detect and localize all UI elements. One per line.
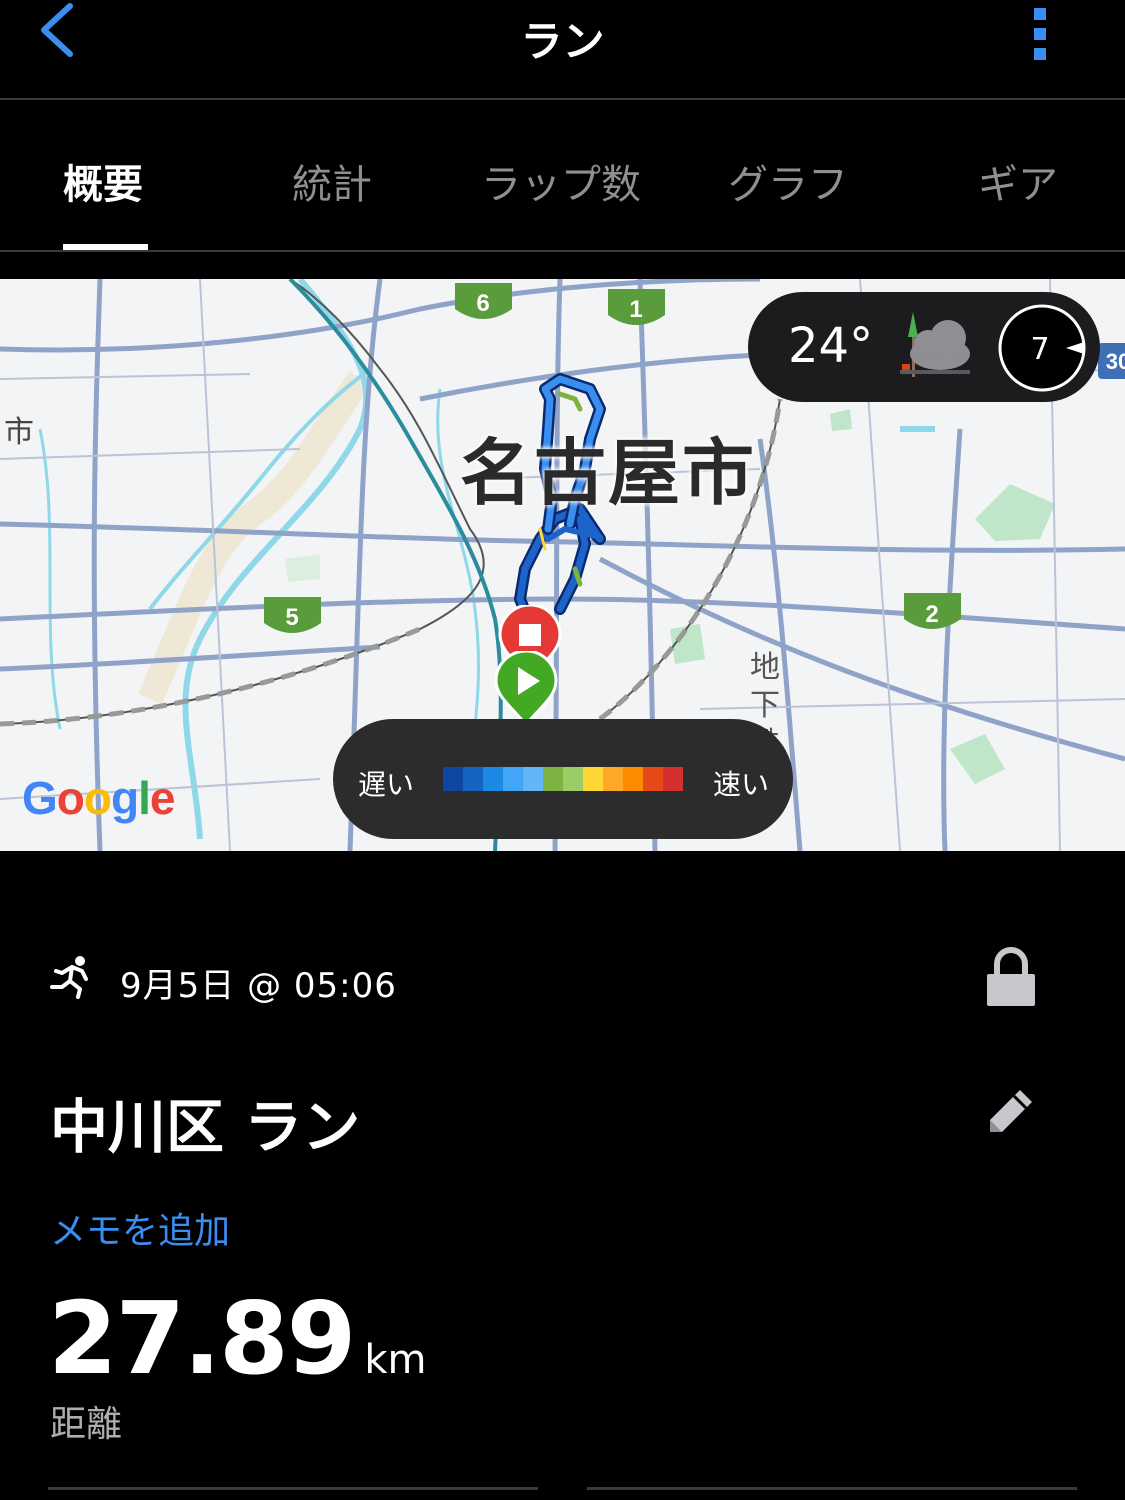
wind-speed: 7 (1030, 332, 1049, 367)
tab-graph[interactable]: グラフ (728, 152, 848, 210)
legend-fast-label: 速い (712, 768, 769, 801)
google-attribution: Google (22, 771, 175, 825)
svg-text:2: 2 (925, 601, 938, 628)
lock-icon[interactable] (985, 946, 1037, 1008)
page-title: ラン (520, 17, 605, 66)
distance-value: 27.89 (48, 1280, 356, 1397)
pace-color-swatch (583, 767, 603, 791)
pace-color-swatch (623, 767, 643, 791)
weather-overlay[interactable]: 24° 7 (748, 292, 1100, 402)
activity-name: 中川区 ラン (50, 1093, 361, 1161)
svg-text:1: 1 (629, 296, 642, 323)
svg-text:30: 30 (1106, 349, 1125, 374)
route-shield-1: 1 (608, 289, 665, 325)
route-shield-5: 5 (264, 597, 321, 633)
pace-color-swatch (503, 767, 523, 791)
ward-label: 市 (4, 415, 34, 450)
distance-unit: km (364, 1337, 427, 1383)
pace-color-swatch (483, 767, 503, 791)
divider (48, 1487, 538, 1490)
pace-color-swatch (603, 767, 623, 791)
pace-color-scale (443, 767, 683, 791)
vertical-ellipsis-icon[interactable] (1026, 4, 1056, 64)
pace-legend: 遅い 速い (333, 719, 793, 839)
route-shield-2: 2 (904, 593, 961, 629)
route-shield-6: 6 (455, 283, 512, 319)
pace-color-swatch (463, 767, 483, 791)
svg-text:6: 6 (476, 290, 489, 317)
legend-slow-label: 遅い (358, 768, 415, 801)
pace-color-swatch (443, 767, 463, 791)
pace-color-swatch (563, 767, 583, 791)
running-icon (50, 956, 88, 999)
tab-stats[interactable]: 統計 (292, 152, 372, 210)
start-marker[interactable] (494, 651, 558, 727)
google-logo-text: Google (22, 772, 175, 824)
wind-indicator: 7 (998, 304, 1086, 392)
pace-color-swatch (663, 767, 683, 791)
tab-bar: 概要 統計 ラップ数 グラフ ギア (0, 102, 1125, 252)
nav-bar: ラン (0, 0, 1125, 100)
svg-text:5: 5 (285, 604, 298, 631)
distance-label: 距離 (50, 1404, 123, 1445)
pace-color-swatch (643, 767, 663, 791)
add-memo-link[interactable]: メモを追加 (50, 1202, 230, 1254)
city-label: 名古屋市 (460, 431, 757, 515)
tab-overview[interactable]: 概要 (63, 152, 143, 210)
pencil-icon[interactable] (988, 1088, 1034, 1134)
pace-color-swatch (523, 767, 543, 791)
active-tab-indicator (63, 244, 148, 250)
pace-color-swatch (543, 767, 563, 791)
tab-laps[interactable]: ラップ数 (481, 152, 641, 210)
route-map[interactable]: 6 1 5 2 30 市 名古屋市 地下鉄 (0, 279, 1125, 851)
activity-datetime: 9月5日 @ 05:06 (120, 966, 397, 1006)
route-shield-30: 30 (1098, 343, 1125, 379)
cloudy-night-icon (900, 312, 970, 377)
distance-stat: 27.89 km (48, 1280, 426, 1397)
tab-gear[interactable]: ギア (978, 152, 1058, 210)
temperature: 24° (788, 318, 874, 374)
divider (587, 1487, 1077, 1490)
